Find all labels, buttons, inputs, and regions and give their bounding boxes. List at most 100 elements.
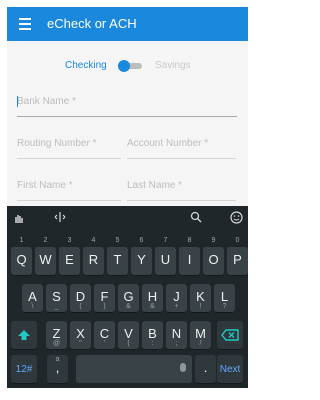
key-label: S xyxy=(52,289,61,304)
key-q[interactable]: 1Q xyxy=(11,237,32,275)
key-l[interactable]: L? xyxy=(214,284,235,312)
routing-number-input[interactable] xyxy=(17,138,121,149)
key-label: J xyxy=(173,289,180,304)
first-name-underline xyxy=(17,200,121,201)
key-label: O xyxy=(208,252,219,267)
key-label: T xyxy=(113,252,122,267)
key-label: L xyxy=(220,289,229,304)
key-v[interactable]: V( xyxy=(118,321,139,349)
key-a[interactable]: A \ xyxy=(22,284,43,312)
key-b[interactable]: B: xyxy=(142,321,163,349)
symbols-key[interactable]: 12# xyxy=(11,355,37,383)
key-label: X xyxy=(76,326,85,341)
first-name-input[interactable] xyxy=(17,180,121,191)
microphone-icon xyxy=(180,363,186,372)
key-m[interactable]: M / xyxy=(190,321,211,349)
next-key[interactable]: Next xyxy=(217,355,243,383)
key-s[interactable]: S _ xyxy=(46,284,67,312)
key-number-hint: 5 xyxy=(115,237,120,244)
key-f[interactable]: F) xyxy=(94,284,115,312)
gesture-icon[interactable] xyxy=(11,211,27,227)
key-o[interactable]: 9O xyxy=(203,237,224,275)
key-symbol-hint: \ xyxy=(31,303,34,310)
key-symbol-hint: @ xyxy=(52,340,61,347)
checking-option[interactable]: Checking xyxy=(65,60,107,71)
routing-number-field[interactable] xyxy=(17,138,121,159)
period-key[interactable]: . xyxy=(195,355,216,383)
emoji-icon[interactable] xyxy=(228,211,244,227)
account-type-switch[interactable] xyxy=(118,60,142,72)
key-symbol-hint: / xyxy=(199,340,202,347)
key-label: A xyxy=(28,289,37,304)
key-c[interactable]: C ' xyxy=(94,321,115,349)
key-g[interactable]: G & xyxy=(118,284,139,312)
key-number-hint: 0 xyxy=(235,237,240,244)
account-number-field[interactable] xyxy=(127,138,236,159)
key-label: W xyxy=(39,252,52,267)
cursor-move-icon[interactable] xyxy=(52,211,68,226)
key-label: K xyxy=(196,289,205,304)
key-p[interactable]: 0P xyxy=(227,237,248,275)
key-symbol-hint: & xyxy=(126,303,131,310)
hamburger-menu-icon[interactable] xyxy=(19,17,33,31)
text-cursor xyxy=(17,96,18,107)
bank-name-input[interactable] xyxy=(17,96,237,107)
account-number-input[interactable] xyxy=(127,138,236,149)
key-x[interactable]: X " xyxy=(70,321,91,349)
backspace-key[interactable] xyxy=(217,321,243,349)
page-title: eCheck or ACH xyxy=(47,16,137,31)
key-label: Y xyxy=(137,252,146,267)
key-label: E xyxy=(65,252,74,267)
keyboard: 1Q2W3E4R5T6Y7U8I9O0P A \ S _ D(F) G & H & J + K! L? … xyxy=(7,206,248,388)
key-label: G xyxy=(123,289,134,304)
key-k[interactable]: K! xyxy=(190,284,211,312)
screen: eCheck or ACH Checking Savings Bank Name… xyxy=(7,7,248,388)
key-symbol-hint: ; xyxy=(175,340,178,347)
key-y[interactable]: 6Y xyxy=(131,237,152,275)
keyboard-toolbar xyxy=(7,206,248,230)
key-symbol-hint: + xyxy=(174,303,179,310)
app-bar: eCheck or ACH xyxy=(7,7,248,41)
key-label: C xyxy=(99,326,110,341)
key-number-hint: 4 xyxy=(91,237,96,244)
key-w[interactable]: 2W xyxy=(35,237,56,275)
key-u[interactable]: 7U xyxy=(155,237,176,275)
last-name-field[interactable] xyxy=(127,180,236,201)
bank-name-field[interactable] xyxy=(17,96,237,117)
account-number-underline xyxy=(127,158,236,159)
comma-key[interactable]: , a xyxy=(47,355,68,383)
search-icon[interactable] xyxy=(188,211,204,226)
first-name-field[interactable] xyxy=(17,180,121,201)
key-h[interactable]: H & xyxy=(142,284,163,312)
key-i[interactable]: 8I xyxy=(179,237,200,275)
key-number-hint: 3 xyxy=(67,237,72,244)
key-label: I xyxy=(187,252,192,267)
key-r[interactable]: 4R xyxy=(83,237,104,275)
key-number-hint: 2 xyxy=(43,237,48,244)
key-label: U xyxy=(160,252,171,267)
switch-thumb xyxy=(118,60,130,72)
shift-key[interactable] xyxy=(11,321,37,349)
key-e[interactable]: 3E xyxy=(59,237,80,275)
routing-number-underline xyxy=(17,158,121,159)
account-type-toggle-row: Checking Savings xyxy=(7,57,248,75)
key-symbol-hint: : xyxy=(151,340,154,347)
key-symbol-hint: " xyxy=(79,340,82,347)
key-label: N xyxy=(171,326,182,341)
key-n[interactable]: N; xyxy=(166,321,187,349)
key-label: B xyxy=(148,326,157,341)
key-symbol-hint: _ xyxy=(54,303,59,310)
space-bar[interactable] xyxy=(76,355,192,383)
key-z[interactable]: Z @ xyxy=(46,321,67,349)
savings-option[interactable]: Savings xyxy=(155,60,191,71)
key-symbol-hint: ! xyxy=(199,303,202,310)
last-name-underline xyxy=(127,200,236,201)
last-name-input[interactable] xyxy=(127,180,236,191)
key-t[interactable]: 5T xyxy=(107,237,128,275)
backspace-icon xyxy=(221,329,239,341)
key-j[interactable]: J + xyxy=(166,284,187,312)
key-number-hint: 9 xyxy=(211,237,216,244)
key-symbol-hint: ) xyxy=(103,303,106,310)
key-number-hint: 6 xyxy=(139,237,144,244)
key-d[interactable]: D( xyxy=(70,284,91,312)
